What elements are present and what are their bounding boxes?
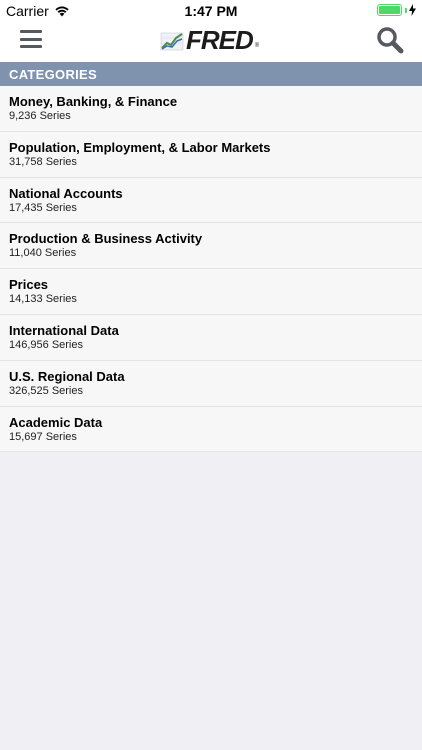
- category-list: Money, Banking, & Finance 9,236 Series P…: [0, 86, 422, 453]
- status-right: [377, 4, 416, 16]
- menu-line: [20, 45, 42, 48]
- logo-text: FRED: [186, 24, 254, 55]
- category-item-production-business[interactable]: Production & Business Activity 11,040 Se…: [0, 223, 422, 270]
- category-count: 17,435 Series: [9, 201, 77, 214]
- category-count: 11,040 Series: [9, 247, 77, 260]
- category-item-us-regional-data[interactable]: U.S. Regional Data 326,525 Series: [0, 360, 422, 407]
- navigation-bar: FRED ®: [0, 22, 422, 62]
- category-item-national-accounts[interactable]: National Accounts 17,435 Series: [0, 177, 422, 224]
- category-item-population-employment[interactable]: Population, Employment, & Labor Markets …: [0, 131, 422, 178]
- category-title: Population, Employment, & Labor Markets: [9, 139, 271, 155]
- category-item-academic-data[interactable]: Academic Data 15,697 Series: [0, 406, 422, 453]
- charging-bolt-icon: [409, 4, 416, 16]
- category-title: Prices: [9, 277, 49, 293]
- categories-header: CATEGORIES: [0, 62, 422, 86]
- category-title: National Accounts: [9, 185, 123, 201]
- battery-level: [379, 6, 400, 14]
- logo-registered-mark: ®: [254, 43, 260, 49]
- menu-line: [20, 30, 42, 33]
- search-icon[interactable]: [376, 26, 404, 54]
- battery-cap: [405, 7, 407, 13]
- status-bar: Carrier 1:47 PM: [0, 0, 422, 22]
- category-title: Academic Data: [9, 414, 103, 430]
- category-count: 146,956 Series: [9, 338, 83, 351]
- category-title: Money, Banking, & Finance: [9, 94, 178, 109]
- battery-icon: [377, 4, 402, 16]
- category-title: U.S. Regional Data: [9, 368, 125, 384]
- fred-chart-icon: [160, 32, 184, 51]
- category-count: 9,236 Series: [9, 110, 71, 122]
- fred-logo: FRED ®: [160, 24, 260, 55]
- menu-button[interactable]: [20, 30, 42, 48]
- menu-line: [20, 37, 42, 41]
- category-title: International Data: [9, 322, 119, 338]
- status-time: 1:47 PM: [184, 3, 238, 19]
- category-count: 15,697 Series: [9, 430, 77, 443]
- category-count: 14,133 Series: [9, 293, 77, 306]
- category-item-international-data[interactable]: International Data 146,956 Series: [0, 314, 422, 361]
- category-count: 31,758 Series: [9, 155, 77, 168]
- category-item-money-banking[interactable]: Money, Banking, & Finance 9,236 Series: [0, 86, 422, 132]
- category-item-prices[interactable]: Prices 14,133 Series: [0, 269, 422, 315]
- category-title: Production & Business Activity: [9, 231, 203, 247]
- category-count: 326,525 Series: [9, 384, 83, 397]
